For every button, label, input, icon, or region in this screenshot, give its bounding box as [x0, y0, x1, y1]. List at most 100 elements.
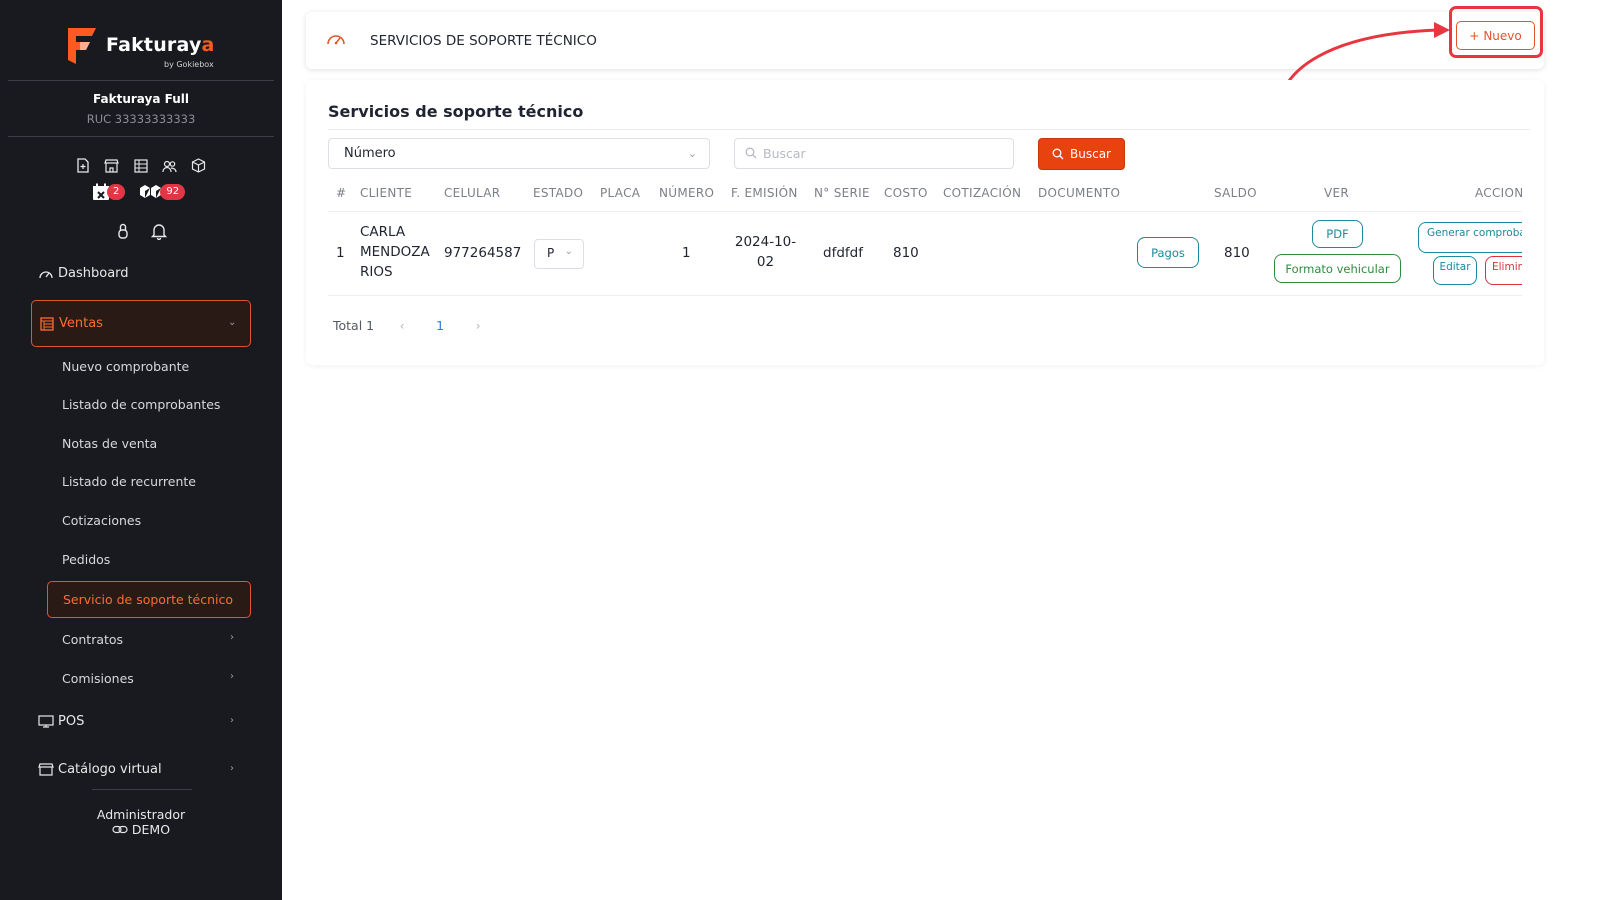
editar-button[interactable]: Editar: [1433, 256, 1477, 285]
user-info[interactable]: Administrador DEMO: [0, 807, 282, 837]
sidebar-subitem-nuevo-comprobante[interactable]: Nuevo comprobante: [62, 359, 189, 374]
chevron-down-icon: ⌄: [564, 246, 573, 257]
column-header: F. EMISIÓN: [731, 186, 798, 200]
filter-select[interactable]: Número ⌄: [328, 138, 710, 169]
divider: [8, 80, 274, 81]
sidebar-item-label: Catálogo virtual: [58, 762, 162, 777]
pdf-button[interactable]: PDF: [1312, 220, 1363, 248]
column-header: NÚMERO: [659, 186, 715, 200]
boxes-badge: 92: [160, 184, 186, 200]
divider: [328, 295, 1522, 296]
box-icon[interactable]: [190, 157, 207, 174]
sidebar-subitem-listado-comprobantes[interactable]: Listado de comprobantes: [62, 397, 220, 412]
logo-text: Fakturaya: [106, 34, 215, 56]
quick-icons: [74, 157, 207, 174]
services-card: Servicios de soporte técnico Número ⌄ Bu…: [306, 80, 1544, 365]
column-header: VER: [1324, 186, 1350, 200]
pagination-page[interactable]: 1: [410, 318, 470, 333]
page-title: SERVICIOS DE SOPORTE TÉCNICO: [370, 33, 597, 49]
sidebar-item-pos[interactable]: POS: [38, 714, 84, 729]
pagination-total: Total 1: [333, 318, 375, 333]
column-header: DOCUMENTO: [1038, 186, 1121, 200]
column-header: CLIENTE: [360, 186, 413, 200]
company-ruc: RUC 33333333333: [86, 112, 196, 126]
logo-subtitle: by Gokiebox: [164, 60, 214, 69]
sidebar-item-dashboard[interactable]: Dashboard: [38, 266, 129, 281]
divider: [92, 789, 192, 790]
sidebar-item-label: Ventas: [59, 316, 103, 331]
user-role: Administrador: [96, 807, 186, 822]
generar-comprobante-button[interactable]: Generar comprobante: [1418, 222, 1522, 253]
user-name: DEMO: [0, 822, 282, 837]
divider: [328, 129, 1530, 130]
lock-icon[interactable]: [116, 222, 130, 244]
column-header: N° SERIE: [814, 186, 870, 200]
chevron-down-icon: ⌄: [687, 147, 697, 160]
sidebar-subitem-comisiones[interactable]: Comisiones: [62, 671, 134, 686]
cell-celular: 977264587: [444, 245, 522, 261]
pagination: Total 1 ‹ 1 ›: [333, 318, 486, 333]
eliminar-button[interactable]: Eliminar: [1485, 256, 1522, 285]
services-table: # CLIENTE CELULAR ESTADO PLACA NÚMERO F.…: [328, 180, 1522, 296]
search-icon: [1052, 148, 1064, 160]
document-add-icon[interactable]: [74, 157, 91, 174]
column-header: SALDO: [1214, 186, 1257, 200]
pagos-button[interactable]: Pagos: [1137, 237, 1199, 268]
boxes-notification[interactable]: 92: [139, 184, 186, 200]
chevron-right-icon: ›: [230, 632, 234, 643]
users-icon[interactable]: [161, 157, 178, 174]
search-input[interactable]: [734, 138, 1014, 169]
column-header: COSTO: [884, 186, 928, 200]
cell-serie: dfdfdf: [823, 245, 863, 261]
cell-index: 1: [336, 245, 345, 261]
chevron-right-icon[interactable]: ›: [470, 319, 486, 333]
section-title: Servicios de soporte técnico: [328, 102, 584, 121]
shop-icon: [38, 763, 54, 776]
plus-icon: +: [1469, 28, 1480, 43]
divider: [328, 211, 1522, 212]
column-header: ESTADO: [533, 186, 584, 200]
chevron-right-icon: ›: [230, 715, 234, 726]
sidebar-subitem-notas-venta[interactable]: Notas de venta: [62, 436, 157, 451]
sidebar-subitem-contratos[interactable]: Contratos: [62, 632, 123, 647]
receipt-icon: [40, 316, 54, 331]
estado-select[interactable]: P ⌄: [534, 239, 584, 269]
cell-saldo: 810: [1224, 245, 1250, 261]
fakturaya-logo-icon: [68, 28, 96, 64]
table-icon[interactable]: [132, 157, 149, 174]
sidebar-subitem-soporte-tecnico[interactable]: Servicio de soporte técnico: [47, 581, 251, 618]
speedometer-icon: [39, 271, 53, 279]
search-icon: [745, 147, 757, 159]
sidebar: Fakturaya by Gokiebox Fakturaya Full RUC…: [0, 0, 282, 900]
search-button[interactable]: Buscar: [1038, 138, 1125, 170]
sidebar-item-label: POS: [58, 714, 85, 729]
sidebar-subitem-cotizaciones[interactable]: Cotizaciones: [62, 513, 141, 528]
company-name: Fakturaya Full: [93, 92, 189, 106]
sidebar-item-ventas[interactable]: Ventas ⌄: [31, 300, 251, 347]
store-icon[interactable]: [103, 157, 120, 174]
link-icon: [112, 825, 128, 834]
sidebar-item-label: Dashboard: [58, 266, 129, 281]
cell-fecha-emision: 2024-10-02: [734, 234, 797, 270]
chevron-right-icon: ›: [230, 671, 234, 682]
formato-vehicular-button[interactable]: Formato vehicular: [1274, 254, 1401, 283]
new-service-button[interactable]: + Nuevo: [1456, 21, 1535, 50]
cell-numero: 1: [682, 245, 691, 261]
column-header: #: [336, 186, 347, 200]
column-header: ACCIONES: [1475, 186, 1522, 200]
bell-icon[interactable]: [150, 222, 168, 244]
sidebar-subitem-label: Servicio de soporte técnico: [63, 592, 234, 607]
app-logo[interactable]: Fakturaya by Gokiebox: [64, 26, 224, 70]
sidebar-subitem-listado-recurrente[interactable]: Listado de recurrente: [62, 474, 196, 489]
divider: [8, 136, 274, 137]
chevron-right-icon: ›: [230, 763, 234, 774]
notification-badges: 2 92: [92, 183, 186, 201]
utility-icons: [116, 222, 168, 244]
chevron-down-icon: ⌄: [228, 317, 237, 328]
speedometer-icon: [327, 35, 345, 45]
sidebar-item-catalogo[interactable]: Catálogo virtual: [38, 762, 162, 777]
calendar-notification[interactable]: 2: [92, 183, 126, 201]
sidebar-subitem-pedidos[interactable]: Pedidos: [62, 552, 110, 567]
chevron-left-icon[interactable]: ‹: [394, 319, 410, 333]
column-header: CELULAR: [444, 186, 501, 200]
